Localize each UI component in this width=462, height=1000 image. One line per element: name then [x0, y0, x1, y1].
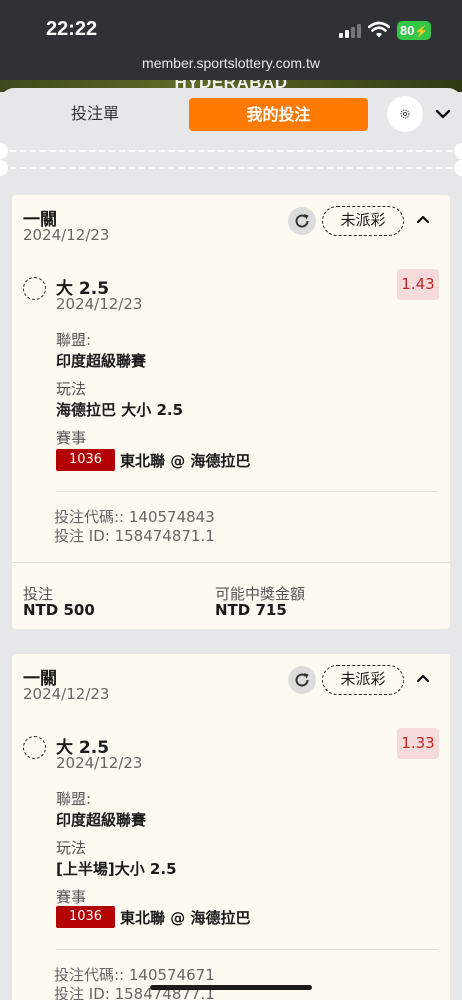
market-value: [上半場]大小 2.5 — [56, 860, 177, 878]
refresh-icon — [295, 214, 309, 228]
bet-card: 一關 2024/12/23 未派彩 大 2.5 2024/12/23 1.43 … — [12, 195, 450, 629]
settings-button[interactable] — [387, 96, 423, 132]
refresh-button[interactable] — [288, 207, 316, 235]
tab-betslip[interactable]: 投注單 — [24, 98, 166, 130]
bet-code: 投注代碼:: 140574671 — [54, 966, 215, 984]
battery-icon: 80⚡ — [397, 21, 431, 40]
event-code-badge: 1036 — [56, 906, 115, 928]
league-value: 印度超級聯賽 — [56, 352, 147, 370]
home-indicator — [150, 985, 312, 990]
event-label: 賽事 — [56, 429, 87, 447]
market-label: 玩法 — [56, 839, 87, 857]
signal-icon — [339, 24, 361, 38]
event-label: 賽事 — [56, 888, 87, 906]
selection-date: 2024/12/23 — [56, 754, 143, 772]
league-value: 印度超級聯賽 — [56, 811, 147, 829]
event-name: 東北聯 @ 海德拉巴 — [120, 909, 251, 927]
odds-badge: 1.43 — [397, 269, 439, 300]
stake-value: NTD 500 — [23, 601, 95, 619]
divider — [56, 491, 438, 492]
event-code-badge: 1036 — [56, 449, 115, 471]
tab-my-bets[interactable]: 我的投注 — [189, 98, 368, 131]
wifi-icon — [368, 21, 390, 38]
bet-tabbar: 投注單 我的投注 — [0, 88, 462, 144]
chevron-up-icon[interactable] — [414, 210, 432, 228]
bet-id: 投注 ID: 158474871.1 — [54, 527, 215, 545]
refresh-button[interactable] — [288, 666, 316, 694]
bet-code: 投注代碼:: 140574843 — [54, 508, 215, 526]
ticket-stub-decoration — [0, 140, 462, 178]
status-badge: 未派彩 — [322, 206, 404, 236]
url-bar[interactable]: member.sportslottery.com.tw — [0, 55, 462, 71]
bet-card: 一關 2024/12/23 未派彩 大 2.5 2024/12/23 1.33 … — [12, 654, 450, 1000]
bet-date: 2024/12/23 — [23, 685, 110, 703]
refresh-icon — [295, 673, 309, 687]
market-label: 玩法 — [56, 380, 87, 398]
event-name: 東北聯 @ 海德拉巴 — [120, 452, 251, 470]
chevron-down-icon[interactable] — [432, 104, 454, 124]
league-label: 聯盟: — [56, 790, 92, 808]
bet-date: 2024/12/23 — [23, 226, 110, 244]
selection-circle-icon — [23, 736, 46, 759]
payout-value: NTD 715 — [215, 601, 287, 619]
selection-date: 2024/12/23 — [56, 295, 143, 313]
browser-top-bar: 22:22 80⚡ member.sportslottery.com.tw — [0, 0, 462, 80]
divider — [12, 562, 450, 563]
market-value: 海德拉巴 大小 2.5 — [56, 401, 184, 419]
selection-circle-icon — [23, 277, 46, 300]
chevron-up-icon[interactable] — [414, 669, 432, 687]
odds-badge: 1.33 — [397, 728, 439, 759]
gear-icon — [400, 109, 410, 119]
status-time: 22:22 — [46, 18, 98, 40]
status-badge: 未派彩 — [322, 665, 404, 695]
league-label: 聯盟: — [56, 331, 92, 349]
divider — [56, 949, 438, 950]
battery-level: 80 — [400, 23, 415, 38]
